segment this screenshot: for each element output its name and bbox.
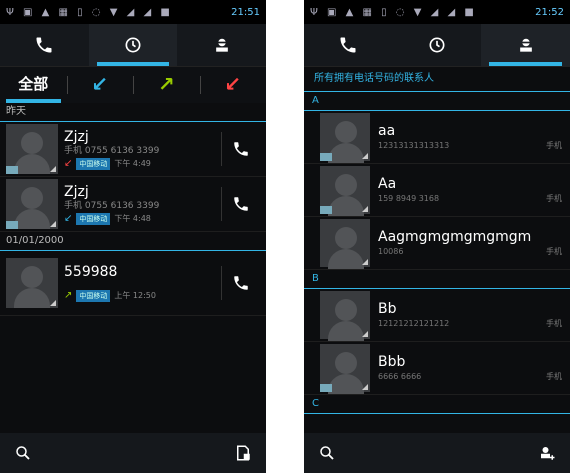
- caller-number: 手机 0755 6136 3399: [64, 145, 160, 156]
- call-back-button[interactable]: [221, 132, 260, 166]
- caller-name: Zjzj: [64, 128, 89, 145]
- contact-item[interactable]: Aa 159 8949 3168 手机: [304, 164, 570, 217]
- person-icon: [519, 38, 532, 52]
- number-type: 手机: [546, 319, 562, 328]
- person-icon: [215, 38, 228, 52]
- tab-call-log[interactable]: [393, 24, 482, 66]
- carrier-badge: 中国移动: [76, 290, 111, 302]
- call-back-button[interactable]: [221, 266, 260, 300]
- caller-name: Zjzj: [64, 183, 89, 200]
- bottom-action-bar: [304, 433, 570, 473]
- avatar[interactable]: [320, 166, 370, 216]
- alpha-section-header: A: [304, 92, 570, 111]
- missed-call-icon: ↙: [64, 157, 73, 169]
- number-type: 手机: [546, 247, 562, 256]
- phone-icon: [340, 37, 356, 53]
- tab-call-log[interactable]: [88, 24, 178, 66]
- tab-contacts[interactable]: [481, 24, 570, 66]
- missed-arrow-icon: ↙: [224, 72, 242, 96]
- contact-item[interactable]: Bb 12121212121212 手机: [304, 289, 570, 342]
- call-log-screen: Ψ ▣ ▲ ▦ ▯ ◌ ▼ ◢ ◢ ■ 21:51 全部 ↙ ↗ ↙ 昨天 Zj…: [0, 0, 266, 473]
- contact-name: Aagmgmgmgmgmgm: [378, 229, 532, 245]
- number-type: 手机: [546, 372, 562, 381]
- alpha-section-header: B: [304, 270, 570, 289]
- filter-all[interactable]: 全部: [0, 67, 67, 103]
- caller-name: 559988: [64, 264, 118, 280]
- call-filter-bar: 全部 ↙ ↗ ↙: [0, 67, 266, 103]
- number-type: 手机: [546, 141, 562, 150]
- status-bar: Ψ ▣ ▲ ▦ ▯ ◌ ▼ ◢ ◢ ■ 21:52: [304, 0, 570, 24]
- call-log-item[interactable]: Zjzj 手机 0755 6136 3399 ↙ 中国移动 下午 4:48: [0, 177, 266, 232]
- alpha-section-header: C: [304, 395, 570, 414]
- caller-number: 手机 0755 6136 3399: [64, 200, 160, 211]
- filter-incoming[interactable]: ↙: [66, 67, 134, 103]
- status-time: 21:51: [231, 6, 260, 18]
- clock-icon: [429, 37, 445, 53]
- search-icon[interactable]: [318, 444, 336, 462]
- contact-name: Bb: [378, 301, 397, 317]
- date-header: 01/01/2000: [0, 232, 266, 251]
- carrier-badge: 中国移动: [76, 157, 111, 170]
- call-time: 上午 12:50: [114, 291, 156, 300]
- tab-contacts[interactable]: [177, 24, 266, 66]
- contact-name: aa: [378, 123, 396, 139]
- main-tab-bar: [304, 24, 570, 67]
- status-icons: Ψ ▣ ▲ ▦ ▯ ◌ ▼ ◢ ◢ ■: [6, 6, 173, 18]
- avatar[interactable]: [320, 113, 370, 163]
- call-time: 下午 4:49: [114, 158, 151, 168]
- bottom-action-bar: [0, 433, 266, 473]
- phone-icon: [234, 142, 248, 156]
- status-icons: Ψ ▣ ▲ ▦ ▯ ◌ ▼ ◢ ◢ ■: [310, 6, 477, 18]
- contact-item[interactable]: Aagmgmgmgmgmgm 10086 手机: [304, 217, 570, 270]
- clock-icon: [125, 37, 141, 53]
- avatar[interactable]: [320, 344, 370, 394]
- contact-number: 159 8949 3168: [378, 194, 440, 203]
- call-back-button[interactable]: [221, 187, 260, 221]
- contacts-filter-title: 所有拥有电话号码的联系人: [304, 67, 570, 92]
- contact-name: Aa: [378, 176, 397, 192]
- carrier-badge: 中国移动: [76, 212, 111, 225]
- call-log-item[interactable]: Zjzj 手机 0755 6136 3399 ↙ 中国移动 下午 4:49: [0, 122, 266, 177]
- avatar[interactable]: [320, 219, 370, 269]
- contact-number: 12121212121212: [378, 319, 450, 328]
- outgoing-call-icon: ↗: [64, 290, 73, 301]
- incoming-arrow-icon: ↙: [91, 72, 109, 96]
- main-tab-bar: [0, 24, 266, 67]
- tab-dialer[interactable]: [304, 24, 393, 66]
- phone-icon: [234, 197, 248, 211]
- phone-icon: [234, 276, 248, 290]
- contact-number: 6666 6666: [378, 372, 422, 381]
- search-icon[interactable]: [14, 444, 32, 462]
- avatar[interactable]: [6, 179, 58, 229]
- add-contact-icon[interactable]: [538, 444, 556, 462]
- contact-name: Bbb: [378, 354, 406, 370]
- contacts-screen: Ψ ▣ ▲ ▦ ▯ ◌ ▼ ◢ ◢ ■ 21:52 所有拥有电话号码的联系人 A…: [304, 0, 570, 473]
- avatar[interactable]: [6, 124, 58, 174]
- outgoing-arrow-icon: ↗: [157, 72, 175, 96]
- contact-item[interactable]: Bbb 6666 6666 手机: [304, 342, 570, 395]
- contact-number: 10086: [378, 247, 404, 256]
- phone-icon: [36, 37, 52, 53]
- clear-log-icon[interactable]: [234, 444, 252, 462]
- tab-dialer[interactable]: [0, 24, 89, 66]
- contact-number: 12313131313313: [378, 141, 450, 150]
- number-type: 手机: [546, 194, 562, 203]
- status-time: 21:52: [535, 6, 564, 18]
- avatar[interactable]: [320, 291, 370, 341]
- status-bar: Ψ ▣ ▲ ▦ ▯ ◌ ▼ ◢ ◢ ■ 21:51: [0, 0, 266, 24]
- filter-missed[interactable]: ↙: [199, 67, 267, 103]
- avatar[interactable]: [6, 258, 58, 308]
- date-header: 昨天: [0, 103, 266, 122]
- call-time: 下午 4:48: [114, 213, 151, 223]
- call-log-item[interactable]: 559988 ↗ 中国移动 上午 12:50: [0, 251, 266, 316]
- filter-outgoing[interactable]: ↗: [133, 67, 200, 103]
- incoming-call-icon: ↙: [64, 212, 73, 224]
- contact-item[interactable]: aa 12313131313313 手机: [304, 111, 570, 164]
